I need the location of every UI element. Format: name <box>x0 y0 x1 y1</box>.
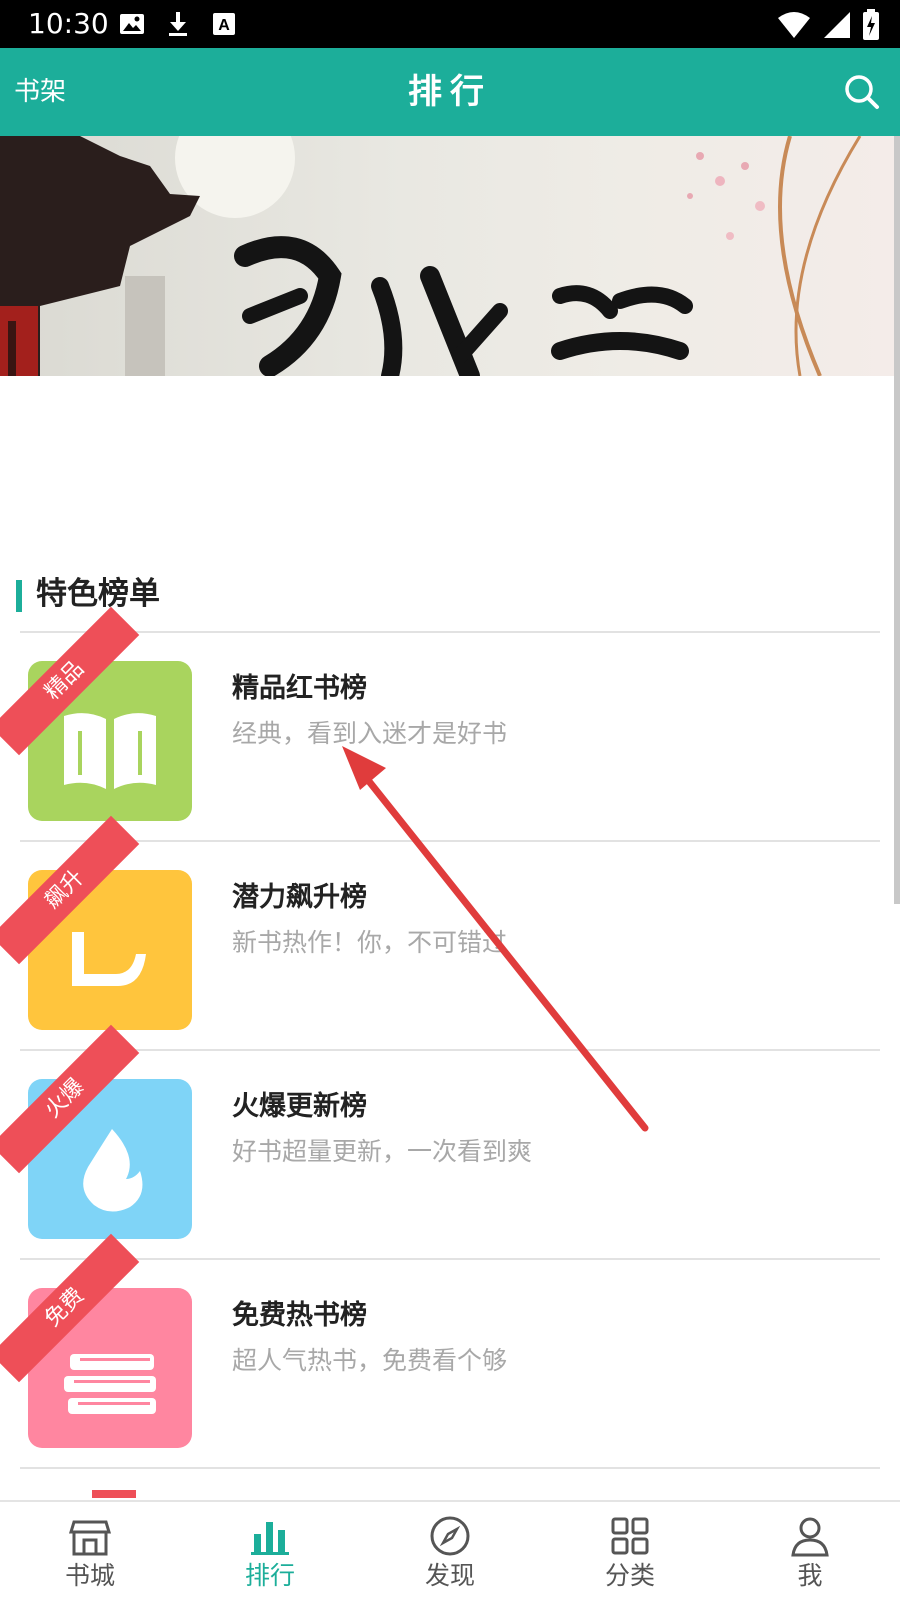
app-bar: 书架 排行 <box>0 48 900 136</box>
image-icon <box>120 14 144 34</box>
signal-icon <box>824 12 850 38</box>
rank-list-item[interactable]: 飙升 潜力飙升榜 新书热作！你，不可错过 <box>0 815 880 1051</box>
grid-icon <box>611 1517 649 1555</box>
rank-title: 潜力飙升榜 <box>232 882 367 913</box>
bar-chart-icon <box>251 1522 289 1555</box>
scrollbar[interactable] <box>894 136 900 904</box>
nav-label: 我 <box>797 1561 823 1590</box>
page-title: 排行 <box>408 72 492 112</box>
rank-list-item[interactable]: 火爆 火爆更新榜 好书超量更新，一次看到爽 <box>0 1024 880 1260</box>
nav-item-ranking[interactable]: 排行 <box>180 1502 360 1602</box>
rank-subtitle: 好书超量更新，一次看到爽 <box>232 1137 533 1166</box>
banner-artwork <box>0 136 862 376</box>
section-accent-bar <box>16 580 22 612</box>
status-notification-icons: A <box>118 10 238 38</box>
rank-subtitle: 新书热作！你，不可错过 <box>232 928 508 957</box>
rank-subtitle: 超人气热书，免费看个够 <box>232 1346 508 1375</box>
item-divider <box>20 1467 880 1469</box>
status-time: 10:30 <box>28 7 109 40</box>
nav-item-bookstore[interactable]: 书城 <box>0 1502 180 1602</box>
svg-text:A: A <box>218 17 230 34</box>
section-title: 特色榜单 <box>36 576 160 612</box>
rank-list-item[interactable]: 免费 免费热书榜 超人气热书，免费看个够 <box>0 1233 880 1469</box>
banner-image[interactable] <box>0 136 900 376</box>
person-icon <box>791 1517 829 1557</box>
status-bar: 10:30 A <box>0 0 900 48</box>
rank-title: 免费热书榜 <box>232 1300 367 1331</box>
nav-item-category[interactable]: 分类 <box>540 1502 720 1602</box>
text-a-icon: A <box>213 13 235 35</box>
compass-icon <box>430 1516 470 1556</box>
nav-label: 书城 <box>64 1561 115 1590</box>
nav-label: 分类 <box>604 1561 655 1590</box>
bottom-nav: 书城 排行 发现 分类 我 <box>0 1500 900 1602</box>
status-system-icons <box>776 9 880 41</box>
nav-label: 发现 <box>424 1561 475 1590</box>
rank-subtitle: 经典，看到入迷才是好书 <box>232 719 508 748</box>
rank-list-item[interactable]: 精品 精品红书榜 经典，看到入迷才是好书 <box>0 606 880 842</box>
rank-title: 火爆更新榜 <box>232 1091 367 1122</box>
next-item-badge-peek <box>92 1490 136 1498</box>
store-icon <box>68 1520 112 1556</box>
nav-item-me[interactable]: 我 <box>720 1502 900 1602</box>
search-icon <box>845 75 879 109</box>
download-icon <box>169 12 187 36</box>
nav-item-discover[interactable]: 发现 <box>360 1502 540 1602</box>
rank-title: 精品红书榜 <box>232 673 367 704</box>
wifi-icon <box>778 12 810 38</box>
search-button[interactable] <box>842 72 882 112</box>
battery-charging-icon <box>863 9 879 40</box>
nav-label: 排行 <box>244 1561 295 1590</box>
